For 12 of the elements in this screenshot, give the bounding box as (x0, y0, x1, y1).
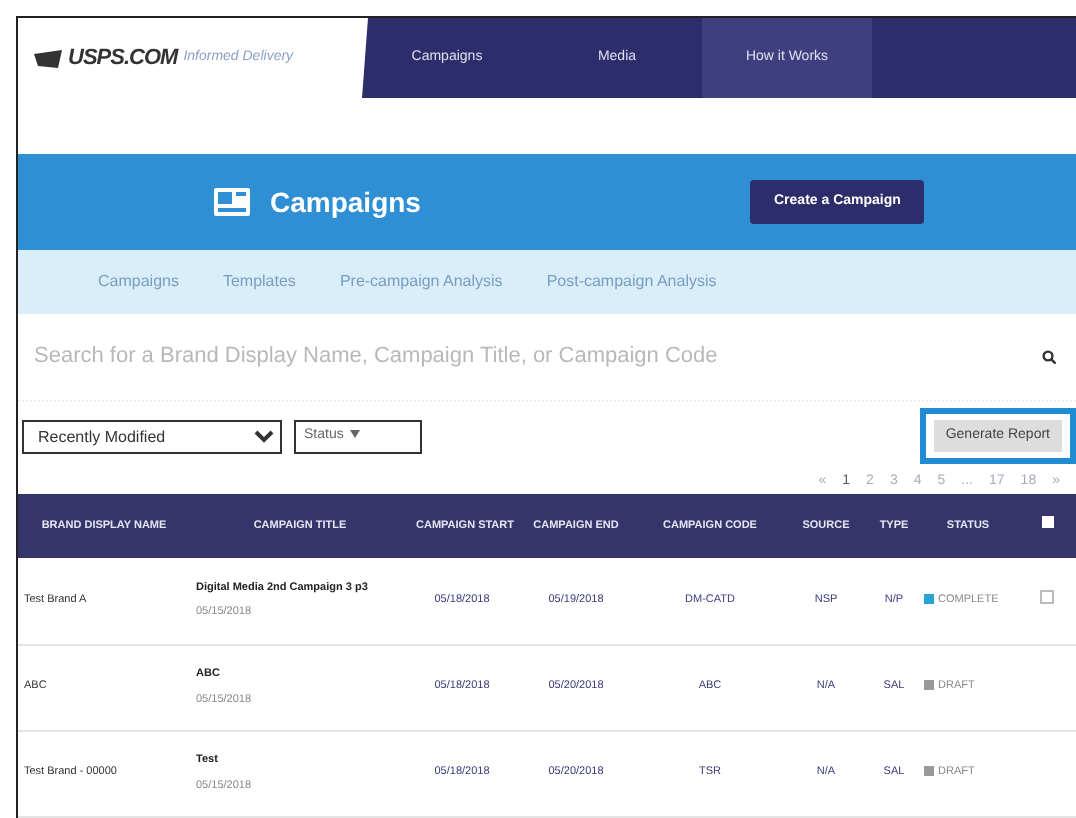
campaign-icon (214, 188, 250, 216)
subnav-link[interactable]: Post-campaign Analysis (546, 270, 717, 294)
logo-text: USPS.COM (68, 43, 178, 74)
search-icon[interactable] (1042, 350, 1056, 364)
subnav-link[interactable]: Templates (222, 270, 296, 294)
sort-select[interactable]: Recently Modified (22, 419, 282, 453)
caret-icon (349, 429, 360, 438)
subnav-link[interactable]: Campaigns (98, 270, 179, 294)
row-checkbox[interactable] (1040, 590, 1054, 605)
select-all-checkbox[interactable] (1041, 516, 1053, 529)
subnav-link[interactable]: Pre-campaign Analysis (339, 270, 503, 294)
page-title: Campaigns (270, 183, 423, 222)
